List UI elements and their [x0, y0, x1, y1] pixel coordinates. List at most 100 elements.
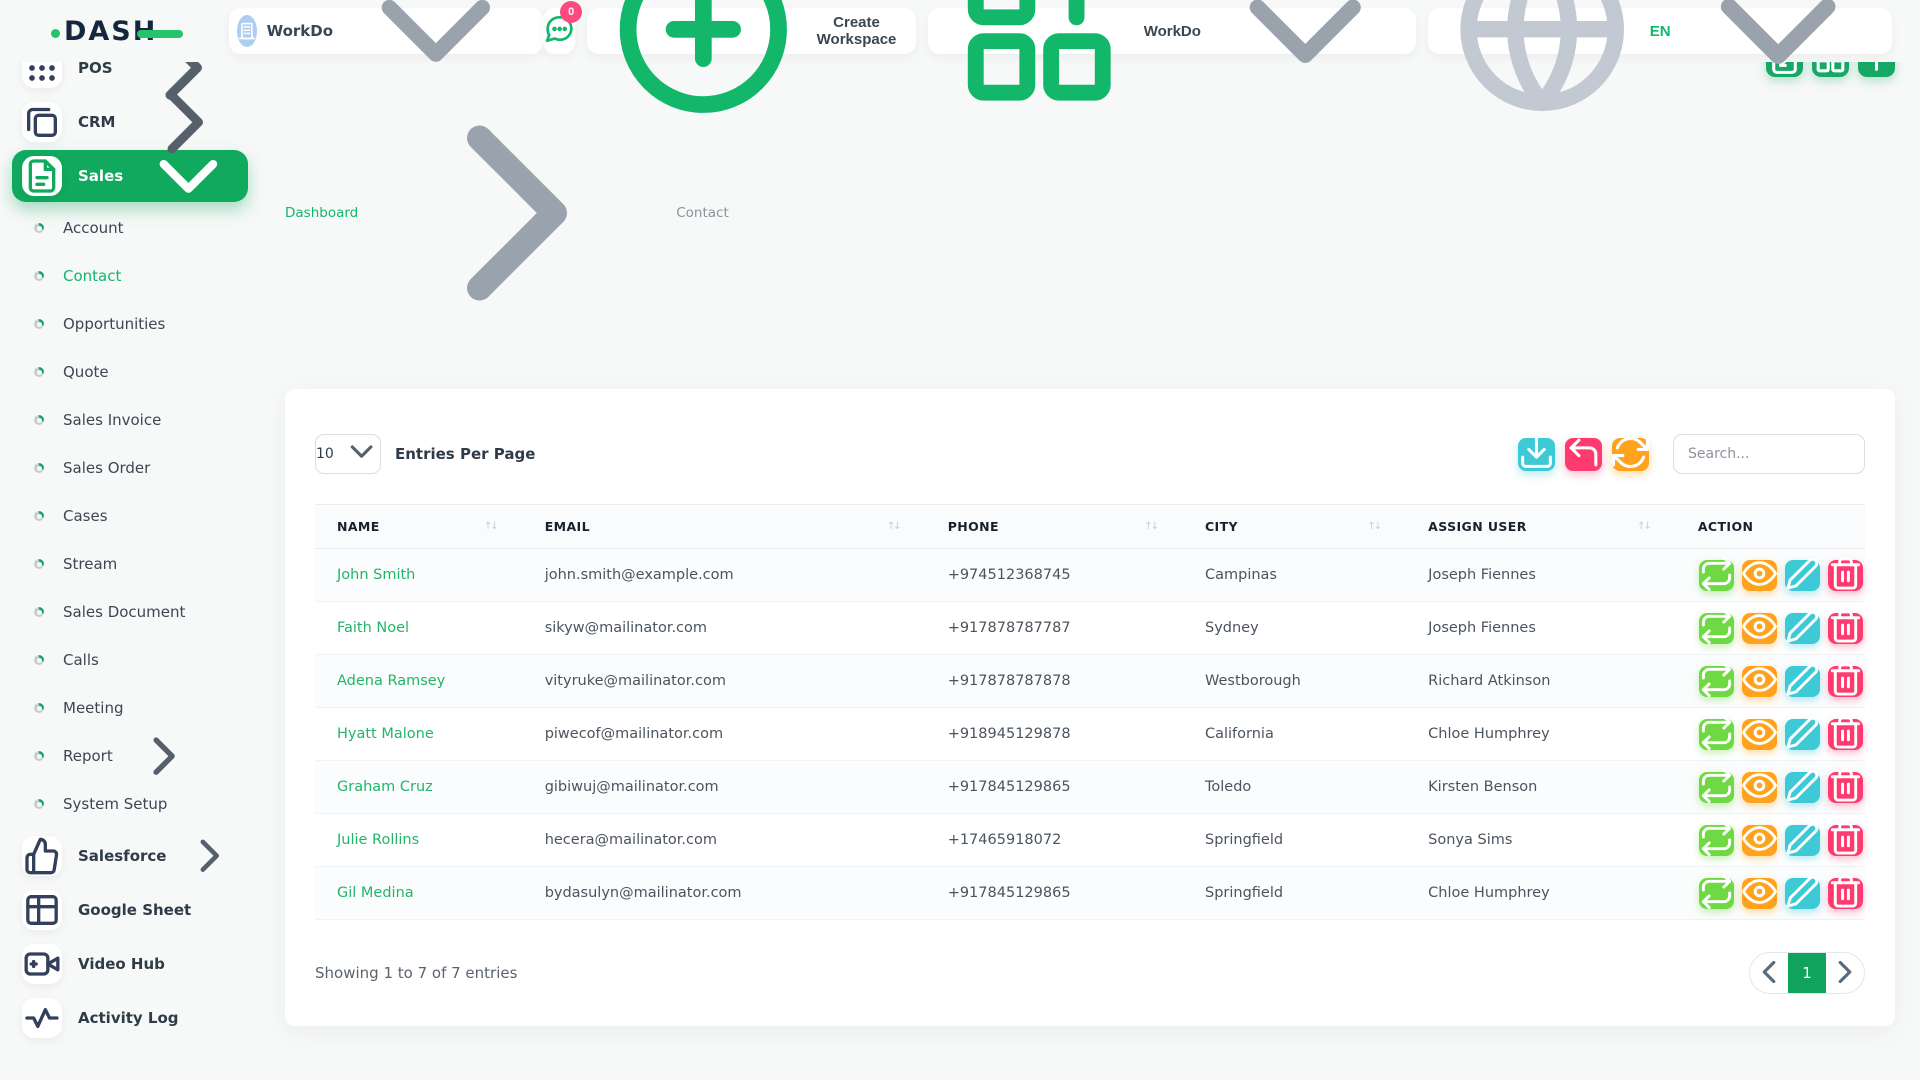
view-button[interactable]: [1742, 825, 1777, 856]
contact-name-link[interactable]: Julie Rollins: [337, 832, 419, 848]
column-header-phone[interactable]: PHONE↑↓: [926, 505, 1183, 549]
sidebar-subitem-stream[interactable]: Stream: [12, 540, 248, 588]
view-button[interactable]: [1742, 613, 1777, 644]
eye-icon: [1742, 715, 1777, 753]
edit-button[interactable]: [1785, 666, 1820, 697]
column-header-email[interactable]: EMAIL↑↓: [523, 505, 926, 549]
sidebar-subitem-meeting[interactable]: Meeting: [12, 684, 248, 732]
edit-button[interactable]: [1785, 613, 1820, 644]
view-button[interactable]: [1742, 772, 1777, 803]
delete-button[interactable]: [1828, 772, 1863, 803]
sidebar-item-activity-log[interactable]: Activity Log: [12, 992, 248, 1044]
view-button[interactable]: [1742, 719, 1777, 750]
chevron-down-icon: [1680, 0, 1876, 129]
contact-email: bydasulyn@mailinator.com: [523, 867, 926, 920]
sidebar-subitem-quote[interactable]: Quote: [12, 348, 248, 396]
bullet-icon: [34, 703, 44, 713]
delete-button[interactable]: [1828, 878, 1863, 909]
sidebar-subitem-system-setup[interactable]: System Setup: [12, 780, 248, 828]
delete-button[interactable]: [1828, 560, 1863, 591]
column-header-city[interactable]: CITY↑↓: [1183, 505, 1406, 549]
prev-page-button[interactable]: [1750, 953, 1788, 993]
contact-name-link[interactable]: Faith Noel: [337, 620, 409, 636]
messages-button[interactable]: 0: [543, 8, 575, 54]
convert-button[interactable]: [1699, 772, 1734, 803]
convert-button[interactable]: [1699, 825, 1734, 856]
convert-button[interactable]: [1699, 878, 1734, 909]
contact-name-link[interactable]: Graham Cruz: [337, 779, 433, 795]
delete-button[interactable]: [1828, 825, 1863, 856]
table-row: Gil Medina bydasulyn@mailinator.com+91784…: [315, 867, 1865, 920]
undo-button[interactable]: [1565, 438, 1602, 471]
sidebar-subitem-contact[interactable]: Contact: [12, 252, 248, 300]
pencil-icon: [1785, 768, 1820, 806]
delete-button[interactable]: [1828, 719, 1863, 750]
bullet-icon: [34, 415, 44, 425]
delete-button[interactable]: [1828, 613, 1863, 644]
contact-assign-user: Sonya Sims: [1406, 814, 1676, 867]
top-bar: DASH WorkDo 0 Create Workspace WorkDo EN: [0, 0, 1920, 62]
thumbs-up-icon: [22, 836, 62, 876]
contact-email: vityruke@mailinator.com: [523, 655, 926, 708]
edit-button[interactable]: [1785, 825, 1820, 856]
view-button[interactable]: [1742, 560, 1777, 591]
refresh-icon: [1612, 434, 1649, 474]
contact-name-link[interactable]: Gil Medina: [337, 885, 414, 901]
bullet-icon: [34, 559, 44, 569]
convert-button[interactable]: [1699, 613, 1734, 644]
language-selector[interactable]: EN: [1428, 8, 1892, 54]
contact-assign-user: Joseph Fiennes: [1406, 602, 1676, 655]
sidebar-subitem-opportunities[interactable]: Opportunities: [12, 300, 248, 348]
breadcrumb-current: Contact: [676, 205, 729, 221]
view-button[interactable]: [1742, 878, 1777, 909]
sidebar-subitem-calls[interactable]: Calls: [12, 636, 248, 684]
breadcrumb-dashboard-link[interactable]: Dashboard: [285, 205, 358, 221]
page-number-current[interactable]: 1: [1788, 953, 1826, 993]
repeat-icon: [1699, 874, 1734, 912]
contact-assign-user: Joseph Fiennes: [1406, 549, 1676, 602]
convert-button[interactable]: [1699, 719, 1734, 750]
download-button[interactable]: [1518, 438, 1555, 471]
pencil-icon: [1785, 715, 1820, 753]
edit-button[interactable]: [1785, 719, 1820, 750]
bullet-icon: [34, 463, 44, 473]
sidebar-subitem-sales-document[interactable]: Sales Document: [12, 588, 248, 636]
contact-name-link[interactable]: Hyatt Malone: [337, 726, 434, 742]
convert-button[interactable]: [1699, 666, 1734, 697]
edit-button[interactable]: [1785, 878, 1820, 909]
workspace-selector[interactable]: WorkDo: [229, 8, 543, 54]
search-input[interactable]: [1673, 434, 1865, 474]
table-row: Graham Cruzgibiwuj@mailinator.com+917845…: [315, 761, 1865, 814]
chevron-left-icon: [1750, 953, 1788, 994]
sidebar-subitem-sales-order[interactable]: Sales Order: [12, 444, 248, 492]
pencil-icon: [1785, 874, 1820, 912]
delete-button[interactable]: [1828, 666, 1863, 697]
view-button[interactable]: [1742, 666, 1777, 697]
contact-phone: +917845129865: [926, 867, 1183, 920]
contact-name-link[interactable]: John Smith: [337, 567, 415, 583]
contact-city: Springfield: [1183, 814, 1406, 867]
contact-name-link[interactable]: Adena Ramsey: [337, 673, 445, 689]
sidebar-item-google-sheet[interactable]: Google Sheet: [12, 884, 248, 936]
table-row: Adena Ramseyvityruke@mailinator.com+9178…: [315, 655, 1865, 708]
entries-per-page-select[interactable]: 10: [315, 434, 381, 474]
edit-button[interactable]: [1785, 772, 1820, 803]
column-header-name[interactable]: NAME↑↓: [315, 505, 523, 549]
sidebar-subitem-sales-invoice[interactable]: Sales Invoice: [12, 396, 248, 444]
refresh-button[interactable]: [1612, 438, 1649, 471]
contact-email: sikyw@mailinator.com: [523, 602, 926, 655]
edit-button[interactable]: [1785, 560, 1820, 591]
sidebar-subitem-cases[interactable]: Cases: [12, 492, 248, 540]
chevron-right-icon: [1826, 953, 1864, 994]
convert-button[interactable]: [1699, 560, 1734, 591]
workspace-menu-button[interactable]: WorkDo: [928, 8, 1416, 54]
column-header-assign-user[interactable]: ASSIGN USER↑↓: [1406, 505, 1676, 549]
sidebar-item-salesforce[interactable]: Salesforce: [12, 830, 248, 882]
sidebar-subitem-report[interactable]: Report: [12, 732, 248, 780]
next-page-button[interactable]: [1826, 953, 1864, 993]
sidebar-item-sales[interactable]: Sales: [12, 150, 248, 202]
sidebar-item-video-hub[interactable]: Video Hub: [12, 938, 248, 990]
contact-phone: +974512368745: [926, 549, 1183, 602]
download-icon: [1518, 434, 1555, 474]
create-workspace-button[interactable]: Create Workspace: [587, 8, 916, 54]
